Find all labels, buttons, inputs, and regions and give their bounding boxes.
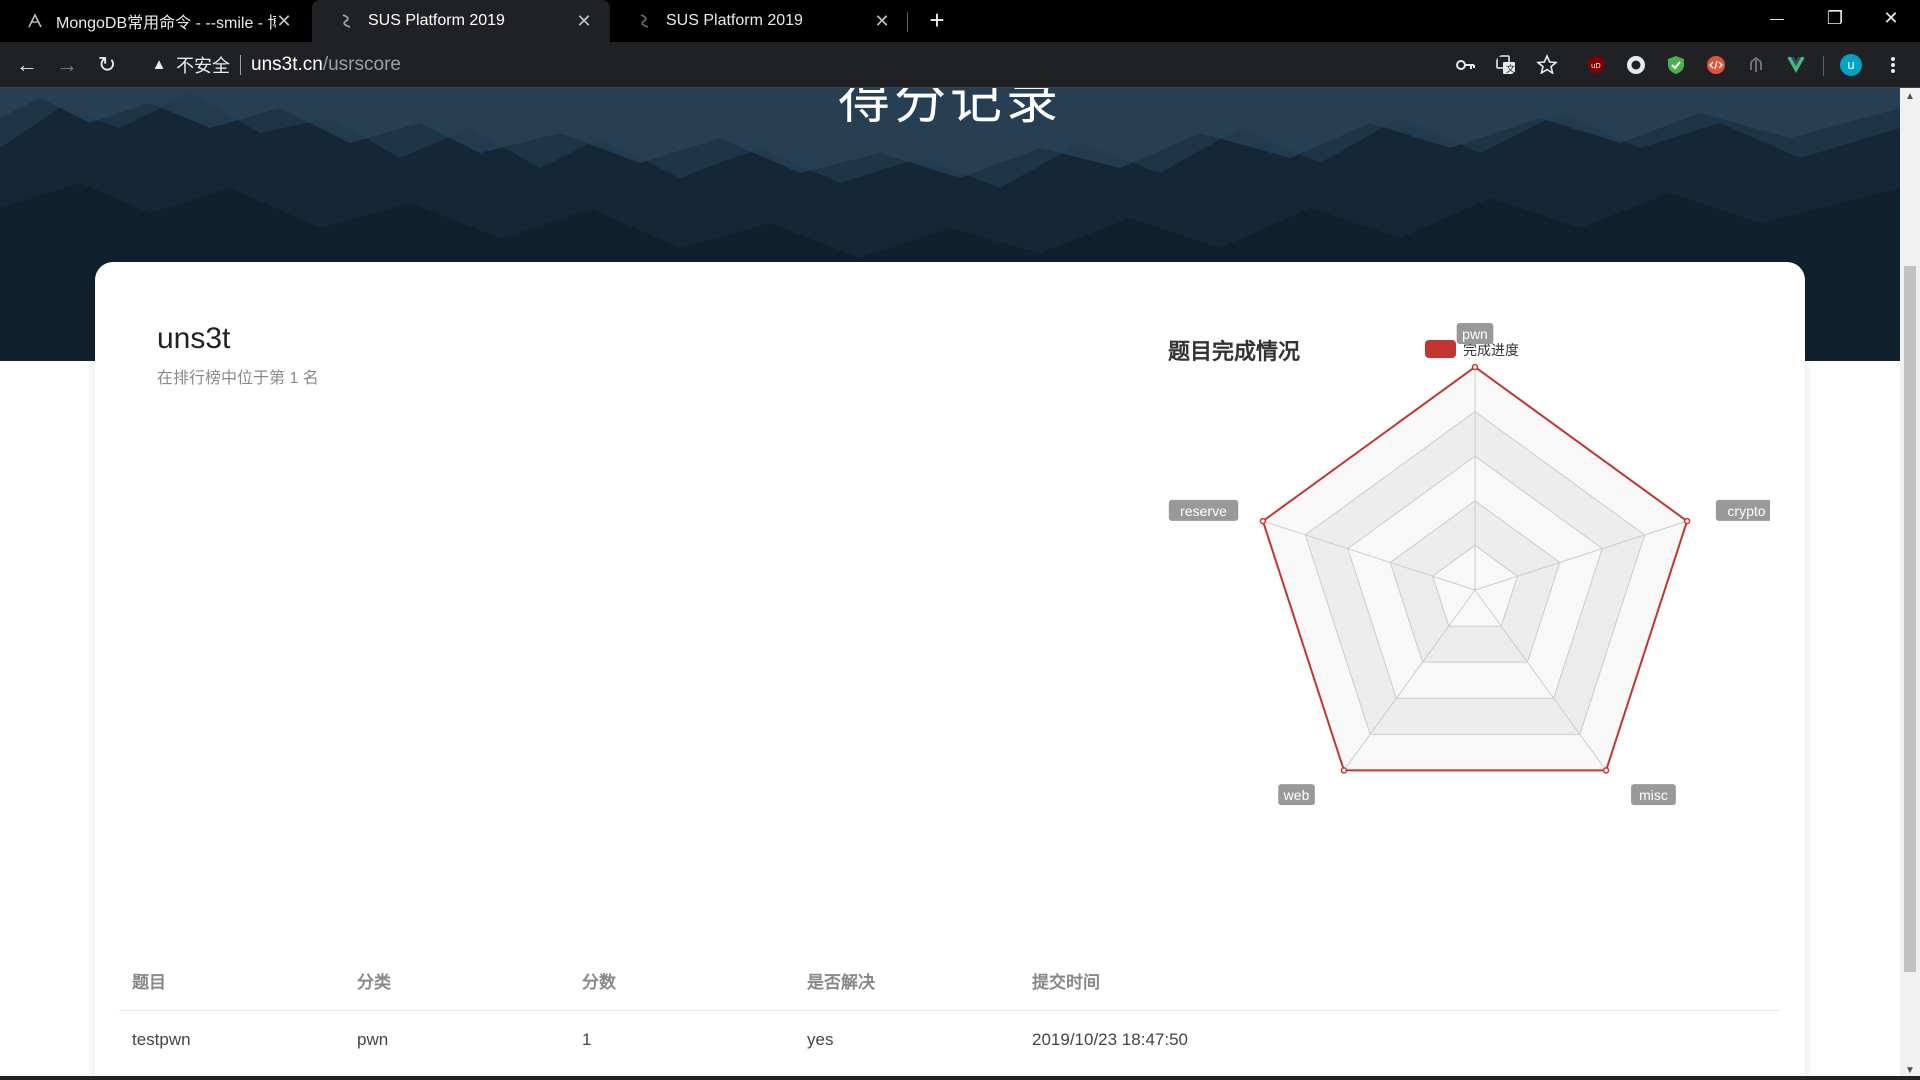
tab-title: SUS Platform 2019 [666, 12, 803, 29]
table-cell: yes [807, 1030, 834, 1050]
omnibox-divider [240, 55, 241, 75]
page-viewport: 得分记录 uns3t 在排行榜中位于第 1 名 题目完成情况 完成进度 pwn c… [0, 88, 1900, 1080]
indicator-label-text: crypto [1727, 503, 1765, 519]
scrollbar-thumb[interactable] [1904, 266, 1916, 972]
tab-title: SUS Platform 2019 [368, 12, 505, 29]
close-icon[interactable]: ✕ [872, 11, 892, 31]
tab-divider [907, 12, 908, 32]
radar-indicator-label: web [1278, 784, 1315, 806]
close-icon[interactable]: ✕ [574, 11, 594, 31]
vertical-scrollbar[interactable]: ▲ ▼ [1900, 88, 1920, 1080]
radar-data-point [1602, 767, 1610, 774]
browser-toolbar: ← → ↻ ▲ 不安全 uns3t.cn/usrscore 文 uD u [0, 42, 1920, 88]
column-header: 分数 [569, 952, 794, 1011]
table-cell: testpwn [132, 1030, 191, 1050]
close-window-button[interactable]: ✕ [1862, 0, 1920, 36]
column-header: 题目 [119, 952, 344, 1011]
cnblogs-favicon-icon [26, 12, 44, 30]
back-button[interactable]: ← [12, 50, 42, 80]
reload-button[interactable]: ↻ [92, 50, 122, 80]
indicator-label-text: misc [1639, 787, 1668, 803]
radar-data-point [1683, 517, 1691, 525]
restore-button[interactable]: ❐ [1806, 0, 1864, 36]
radar-data-point [1340, 767, 1348, 774]
table-cell: 1 [582, 1030, 592, 1050]
column-header: 分类 [344, 952, 569, 1011]
warning-icon[interactable]: ▲ [150, 56, 168, 74]
radar-data-point [1471, 363, 1479, 371]
radar-chart: 题目完成情况 完成进度 pwn crypto misc web reserve [1050, 322, 1770, 882]
menu-icon[interactable] [1882, 54, 1904, 76]
minimize-button[interactable]: — [1748, 0, 1806, 36]
toolbar-divider [1823, 56, 1824, 76]
close-icon[interactable]: ✕ [274, 11, 294, 31]
insecure-label[interactable]: 不安全 [176, 52, 230, 78]
url-host[interactable]: uns3t.cn [251, 54, 323, 76]
url-path[interactable]: /usrscore [323, 54, 401, 76]
radar-indicator-label: crypto [1715, 499, 1770, 521]
table-header-row: 题目 分类 分数 是否解决 提交时间 [119, 952, 1779, 1011]
column-header: 提交时间 [1019, 952, 1779, 1011]
tab-sus-platform[interactable]: SUS Platform 2019 ✕ [610, 0, 908, 42]
svg-text:uD: uD [1591, 62, 1601, 70]
address-bar[interactable]: ▲ 不安全 uns3t.cn/usrscore [138, 48, 1438, 82]
tab-mongodb[interactable]: MongoDB常用命令 - --smile - 博客园 ✕ [0, 0, 310, 42]
indicator-label-text: pwn [1462, 326, 1488, 342]
score-table: 题目 分类 分数 是否解决 提交时间 testpwn pwn 1 yes 201… [119, 952, 1779, 1070]
profile-avatar[interactable]: u [1840, 54, 1862, 76]
taskbar-edge [0, 1076, 1920, 1080]
new-tab-button[interactable]: + [922, 6, 952, 36]
radar-indicator-label: reserve [1168, 499, 1239, 521]
circle-extension-icon[interactable] [1625, 54, 1647, 76]
indicator-label-text: web [1283, 787, 1310, 803]
radar-data-point [1259, 517, 1267, 525]
trident-extension-icon[interactable] [1745, 54, 1767, 76]
key-icon[interactable] [1454, 54, 1476, 76]
table-row: testpwn pwn 1 yes 2019/10/23 18:47:50 [119, 1010, 1779, 1070]
svg-text:文: 文 [1506, 63, 1515, 75]
score-card: uns3t 在排行榜中位于第 1 名 题目完成情况 完成进度 pwn crypto… [95, 262, 1805, 1080]
tab-strip: MongoDB常用命令 - --smile - 博客园 ✕ SUS Platfo… [0, 0, 1920, 42]
column-header: 是否解决 [794, 952, 1019, 1011]
forward-button[interactable]: → [52, 50, 82, 80]
page-title: 得分记录 [837, 88, 1062, 130]
user-rank: 在排行榜中位于第 1 名 [157, 370, 319, 387]
radar-indicator-label: misc [1631, 784, 1676, 806]
table-cell: 2019/10/23 18:47:50 [1032, 1030, 1188, 1050]
radar-chart-svg: pwn crypto misc web reserve [1168, 323, 1770, 806]
indicator-label-text: reserve [1180, 503, 1227, 519]
ublock-icon[interactable]: uD [1585, 54, 1607, 76]
user-name: uns3t [157, 322, 231, 355]
vue-extension-icon[interactable] [1785, 54, 1807, 76]
sus-favicon-icon [636, 12, 654, 30]
shield-extension-icon[interactable] [1665, 54, 1687, 76]
table-cell: pwn [357, 1030, 389, 1050]
code-extension-icon[interactable] [1705, 54, 1727, 76]
radar-indicator-label: pwn [1456, 323, 1494, 344]
sus-favicon-icon [338, 12, 356, 30]
tab-sus-platform-active[interactable]: SUS Platform 2019 ✕ [312, 0, 610, 42]
translate-icon[interactable]: 文 [1495, 54, 1517, 76]
scroll-up-arrow-icon[interactable]: ▲ [1900, 88, 1920, 106]
star-icon[interactable] [1536, 54, 1558, 76]
tab-title: MongoDB常用命令 - --smile - 博客园 [56, 15, 276, 32]
